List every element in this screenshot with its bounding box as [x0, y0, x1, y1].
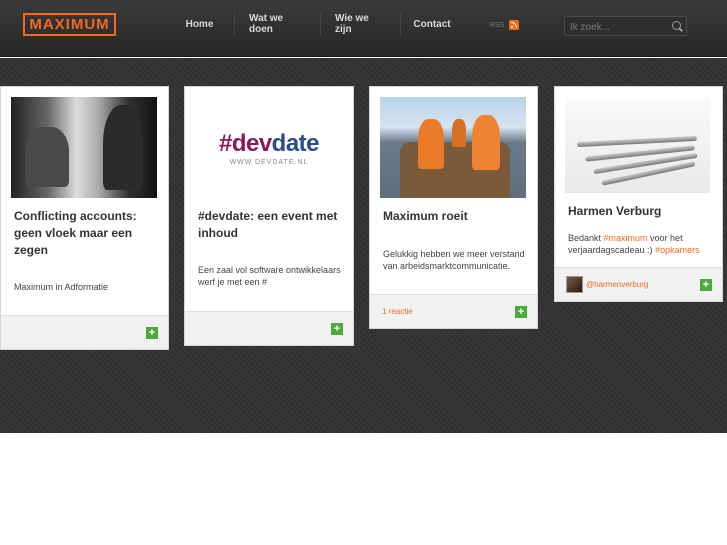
devdate-logo-rest: date: [271, 129, 320, 157]
boxing-image[interactable]: [11, 97, 157, 198]
nav-contact[interactable]: Contact: [401, 12, 463, 36]
card-footer: +: [1, 315, 168, 349]
boxer-right: [103, 105, 143, 190]
search-box: [564, 16, 687, 37]
boxer-left: [25, 127, 69, 187]
expand-button[interactable]: +: [146, 327, 158, 339]
nav-wie-we-zijn[interactable]: Wie we zijn: [321, 12, 401, 36]
card-title[interactable]: #devdate: een event met inhoud: [198, 208, 338, 242]
search-input[interactable]: [565, 18, 665, 37]
devdate-url: WWW.DEVDATE.NL: [229, 158, 309, 166]
twitter-handle-link[interactable]: @harmenverburg: [586, 280, 648, 289]
card-footer: @harmenverburg +: [555, 267, 722, 301]
rower: [472, 115, 500, 170]
card-footer: 1 reactie +: [370, 294, 537, 328]
rss-link[interactable]: RSS: [490, 20, 520, 30]
devdate-image[interactable]: #devdate WWW.DEVDATE.NL: [195, 97, 343, 198]
tweet-card-harmen-verburg[interactable]: Harmen Verburg Bedankt #maximum voor het…: [554, 86, 723, 302]
maximum-logo[interactable]: MAXIMUM: [23, 13, 116, 36]
card-title[interactable]: Conflicting accounts: geen vloek maar ee…: [14, 208, 154, 259]
card-title[interactable]: Maximum roeit: [383, 208, 523, 225]
rower: [452, 119, 466, 147]
tweet-text: Bedankt #maximum voor het verjaardagscad…: [568, 232, 708, 256]
main-nav: Home Wat we doen Wie we zijn Contact: [165, 12, 463, 38]
rowing-image[interactable]: [380, 97, 526, 198]
expand-button[interactable]: +: [515, 306, 527, 318]
card-excerpt: Gelukkig hebben we meer verstand van arb…: [383, 249, 525, 271]
devdate-logo-main: #dev: [218, 129, 272, 157]
post-card-devdate[interactable]: #devdate WWW.DEVDATE.NL #devdate: een ev…: [184, 86, 354, 346]
hashtag-maximum[interactable]: #maximum: [604, 233, 648, 243]
devdate-logo: #devdate: [218, 129, 320, 158]
rower: [418, 119, 444, 169]
top-bar: MAXIMUM Home Wat we doen Wie we zijn Con…: [0, 0, 727, 57]
post-card-maximum-roeit[interactable]: Maximum roeit Gelukkig hebben we meer ve…: [369, 86, 538, 329]
tweet-text-pre: Bedankt: [568, 233, 604, 243]
comments-link[interactable]: 1 reactie: [382, 307, 413, 316]
expand-button[interactable]: +: [331, 323, 343, 335]
cutlery-image[interactable]: [565, 97, 710, 193]
card-title[interactable]: Harmen Verburg: [568, 203, 708, 220]
knife: [576, 135, 698, 148]
card-footer: +: [185, 311, 353, 345]
rss-icon: [509, 20, 520, 30]
avatar[interactable]: [566, 276, 583, 293]
nav-wat-we-doen[interactable]: Wat we doen: [235, 12, 321, 36]
card-excerpt: Maximum in Adformatie: [14, 282, 109, 292]
card-excerpt: Een zaal vol software ontwikkelaars werf…: [198, 265, 341, 287]
hashtag-opkamers[interactable]: #opkamers: [655, 245, 700, 255]
post-card-conflicting-accounts[interactable]: Conflicting accounts: geen vloek maar ee…: [0, 86, 169, 350]
expand-button[interactable]: +: [700, 279, 712, 291]
rss-label: RSS: [490, 21, 505, 29]
nav-home[interactable]: Home: [165, 12, 235, 36]
search-icon[interactable]: [672, 21, 681, 30]
